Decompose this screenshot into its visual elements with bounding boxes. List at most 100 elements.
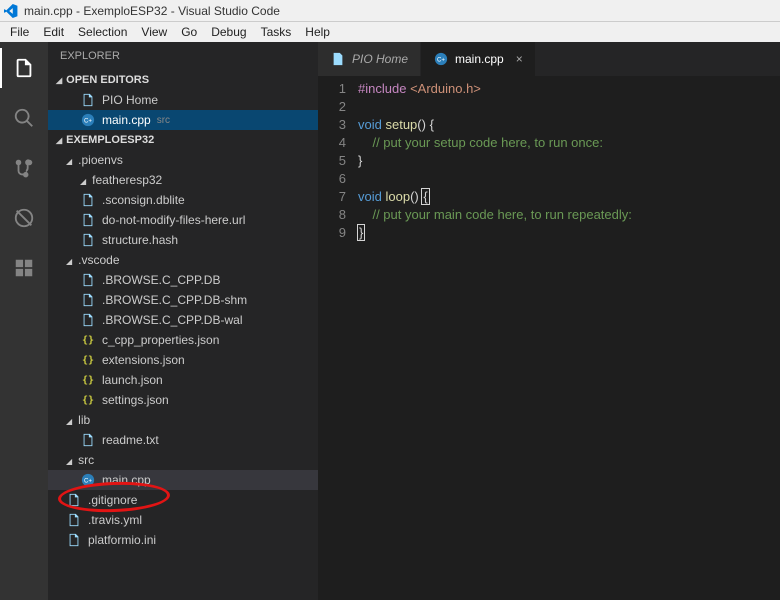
file-tree: .pioenvs featheresp32 .sconsign.dblite do-n… <box>48 150 318 550</box>
tree-file[interactable]: .BROWSE.C_CPP.DB <box>48 270 318 290</box>
tree-folder[interactable]: .pioenvs <box>48 150 318 170</box>
text-file-icon <box>80 432 96 448</box>
json-file-icon: {} <box>80 332 96 348</box>
tree-file[interactable]: C+ main.cpp <box>48 470 318 490</box>
section-open-editors-label: OPEN EDITORS <box>66 74 149 86</box>
text-file-icon <box>80 272 96 288</box>
cpp-file-icon: C+ <box>80 112 96 128</box>
menu-selection[interactable]: Selection <box>78 25 127 39</box>
editor-tabs: PIO Home C+ main.cpp × <box>318 42 780 76</box>
text-file-icon <box>66 532 82 548</box>
tree-file[interactable]: {} settings.json <box>48 390 318 410</box>
menu-debug[interactable]: Debug <box>211 25 246 39</box>
tree-file[interactable]: platformio.ini <box>48 530 318 550</box>
tree-file[interactable]: .gitignore <box>48 490 318 510</box>
json-file-icon: {} <box>80 392 96 408</box>
tree-folder[interactable]: featheresp32 <box>48 170 318 190</box>
tree-file[interactable]: readme.txt <box>48 430 318 450</box>
tree-item-label: .sconsign.dblite <box>102 193 185 207</box>
code-content[interactable]: #include <Arduino.h> void setup() { // p… <box>358 80 780 600</box>
activity-explorer[interactable] <box>0 48 48 88</box>
open-editor-item[interactable]: C+ main.cpp src <box>48 110 318 130</box>
tree-item-label: settings.json <box>102 393 169 407</box>
tree-item-label: structure.hash <box>102 233 178 247</box>
explorer-sidebar: EXPLORER OPEN EDITORS PIO Home C+ main.c… <box>48 42 318 600</box>
tree-item-label: platformio.ini <box>88 533 156 547</box>
line-number-gutter: 123456789 <box>318 80 358 600</box>
tree-file[interactable]: structure.hash <box>48 230 318 250</box>
close-icon[interactable]: × <box>516 52 523 66</box>
tab-label: PIO Home <box>352 52 408 66</box>
text-file-icon <box>80 312 96 328</box>
chevron-down-icon <box>66 153 72 167</box>
tree-item-label: .pioenvs <box>78 153 123 167</box>
chevron-down-icon <box>56 134 62 146</box>
cpp-file-icon: C+ <box>433 51 449 67</box>
tree-item-label: main.cpp <box>102 473 151 487</box>
debug-icon <box>13 207 35 229</box>
activity-search[interactable] <box>0 98 48 138</box>
extensions-icon <box>13 257 35 279</box>
menu-bar: File Edit Selection View Go Debug Tasks … <box>0 22 780 42</box>
tree-item-label: .BROWSE.C_CPP.DB <box>102 273 220 287</box>
tree-item-label: .vscode <box>78 253 119 267</box>
menu-help[interactable]: Help <box>305 25 330 39</box>
svg-text:C+: C+ <box>84 118 92 125</box>
tree-folder[interactable]: lib <box>48 410 318 430</box>
menu-tasks[interactable]: Tasks <box>261 25 292 39</box>
tree-item-label: launch.json <box>102 373 163 387</box>
editor-group: PIO Home C+ main.cpp × 123456789 #includ… <box>318 42 780 600</box>
svg-text:C+: C+ <box>437 57 445 64</box>
menu-view[interactable]: View <box>141 25 167 39</box>
tree-item-label: do-not-modify-files-here.url <box>102 213 245 227</box>
tree-item-label: .BROWSE.C_CPP.DB-shm <box>102 293 247 307</box>
tree-file[interactable]: {} extensions.json <box>48 350 318 370</box>
tab-main-cpp[interactable]: C+ main.cpp × <box>421 42 536 76</box>
tree-file[interactable]: .travis.yml <box>48 510 318 530</box>
tree-item-label: .BROWSE.C_CPP.DB-wal <box>102 313 242 327</box>
tree-item-label: .travis.yml <box>88 513 142 527</box>
text-file-icon <box>66 492 82 508</box>
tree-folder[interactable]: src <box>48 450 318 470</box>
text-file-icon <box>330 51 346 67</box>
tree-file[interactable]: do-not-modify-files-here.url <box>48 210 318 230</box>
chevron-down-icon <box>66 413 72 427</box>
menu-go[interactable]: Go <box>181 25 197 39</box>
section-open-editors[interactable]: OPEN EDITORS <box>48 70 318 90</box>
section-project[interactable]: EXEMPLOESP32 <box>48 130 318 150</box>
tree-file[interactable]: .BROWSE.C_CPP.DB-shm <box>48 290 318 310</box>
open-editor-label: main.cpp <box>102 113 151 127</box>
open-editors-list: PIO Home C+ main.cpp src <box>48 90 318 130</box>
vscode-logo-icon <box>4 4 18 18</box>
tree-file[interactable]: .sconsign.dblite <box>48 190 318 210</box>
files-icon <box>13 57 35 79</box>
menu-edit[interactable]: Edit <box>43 25 64 39</box>
json-file-icon: {} <box>80 352 96 368</box>
text-file-icon <box>66 512 82 528</box>
code-editor[interactable]: 123456789 #include <Arduino.h> void setu… <box>318 76 780 600</box>
text-file-icon <box>80 212 96 228</box>
cpp-file-icon: C+ <box>80 472 96 488</box>
search-icon <box>13 107 35 129</box>
tree-file[interactable]: .BROWSE.C_CPP.DB-wal <box>48 310 318 330</box>
chevron-down-icon <box>66 453 72 467</box>
activity-scm[interactable] <box>0 148 48 188</box>
sidebar-title: EXPLORER <box>48 42 318 70</box>
activity-extensions[interactable] <box>0 248 48 288</box>
tree-item-label: lib <box>78 413 90 427</box>
json-file-icon: {} <box>80 372 96 388</box>
chevron-down-icon <box>80 173 86 187</box>
tab-pio-home[interactable]: PIO Home <box>318 42 421 76</box>
tree-file[interactable]: {} launch.json <box>48 370 318 390</box>
open-editor-item[interactable]: PIO Home <box>48 90 318 110</box>
tab-label: main.cpp <box>455 52 504 66</box>
tree-item-label: extensions.json <box>102 353 185 367</box>
activity-debug[interactable] <box>0 198 48 238</box>
tree-item-label: .gitignore <box>88 493 137 507</box>
tree-item-label: c_cpp_properties.json <box>102 333 219 347</box>
menu-file[interactable]: File <box>10 25 29 39</box>
tree-folder[interactable]: .vscode <box>48 250 318 270</box>
tree-file[interactable]: {} c_cpp_properties.json <box>48 330 318 350</box>
window-title: main.cpp - ExemploESP32 - Visual Studio … <box>24 4 280 18</box>
text-file-icon <box>80 192 96 208</box>
